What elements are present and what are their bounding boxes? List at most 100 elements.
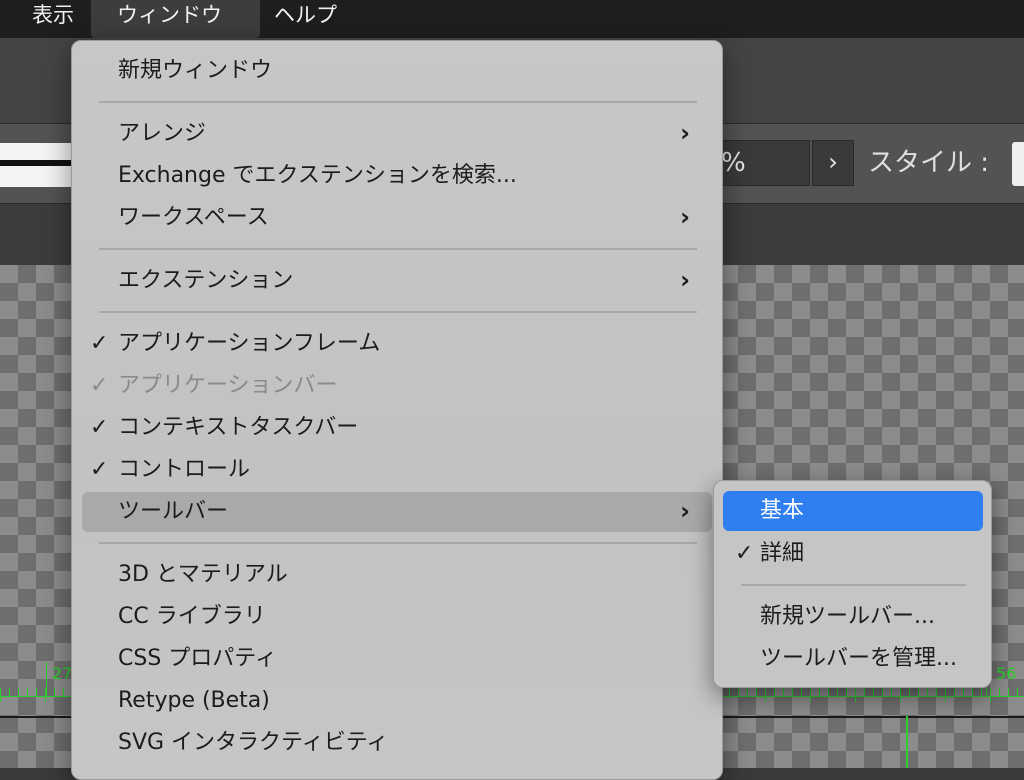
ruler-minor-tick (837, 688, 838, 696)
green-vertical-guide (906, 716, 908, 768)
menu-item-label: コンテキストタスクバー (118, 415, 359, 440)
submenu-item-new-toolbar[interactable]: 新規ツールバー... (723, 597, 983, 637)
ruler-minor-tick (1008, 688, 1009, 696)
menubar-item-help[interactable]: ヘルプ (260, 0, 351, 38)
submenu-item-label: 新規ツールバー... (760, 604, 935, 629)
ruler-minor-tick (9, 688, 10, 696)
chevron-right-icon: › (680, 497, 690, 525)
chevron-right-icon: › (680, 266, 690, 294)
ruler-minor-tick (756, 688, 757, 696)
menu-item-label: アプリケーションフレーム (118, 331, 381, 356)
ruler-minor-tick (936, 688, 937, 696)
menu-item-label: アレンジ (118, 121, 207, 146)
menu-item-toolbars[interactable]: ツールバー › (82, 492, 712, 532)
menu-item-label: アプリケーションバー (118, 373, 338, 398)
ruler-minor-tick (729, 688, 730, 696)
checkmark-icon: ✓ (90, 415, 109, 440)
menu-item-label: Retype (Beta) (118, 688, 270, 713)
menu-item-arrange[interactable]: アレンジ › (82, 114, 712, 154)
opacity-field[interactable]: % (712, 140, 810, 186)
chevron-right-icon: › (680, 203, 690, 231)
menu-item-label: 3D とマテリアル (118, 562, 288, 587)
menu-item-contextual-taskbar[interactable]: ✓ コンテキストタスクバー (82, 408, 712, 448)
ruler-minor-tick (999, 688, 1000, 696)
chevron-right-icon: › (680, 119, 690, 147)
toolbar-submenu: 基本 ✓ 詳細 新規ツールバー... ツールバーを管理... (713, 480, 992, 688)
menu-separator (99, 248, 697, 250)
style-swatch[interactable] (1012, 142, 1024, 186)
ruler-minor-tick (45, 688, 46, 702)
ruler-minor-tick (801, 688, 802, 696)
menu-item-application-bar: ✓ アプリケーションバー (82, 366, 712, 406)
ruler-minor-tick (774, 688, 775, 696)
menubar-item-window[interactable]: ウィンドウ (91, 0, 260, 38)
menu-item-label: ツールバー (118, 499, 229, 524)
ruler-minor-tick (891, 688, 892, 696)
menu-item-label: CC ライブラリ (118, 604, 266, 629)
menu-item-label: ワークスペース (118, 205, 269, 230)
ruler-minor-tick (900, 688, 901, 702)
ruler-minor-tick (810, 688, 811, 702)
menu-item-svg-interactivity[interactable]: SVG インタラクティビティ (82, 723, 712, 763)
checkmark-icon: ✓ (90, 331, 109, 356)
menu-item-label: 新規ウィンドウ (118, 58, 273, 83)
menu-item-cc-libraries[interactable]: CC ライブラリ (82, 597, 712, 637)
menu-item-label: コントロール (118, 457, 251, 482)
ruler-minor-tick (981, 688, 982, 696)
menu-item-new-window[interactable]: 新規ウィンドウ (82, 51, 712, 91)
checkmark-icon: ✓ (90, 457, 109, 482)
submenu-item-basic[interactable]: 基本 (723, 491, 983, 531)
ruler-minor-tick (1017, 688, 1018, 696)
menu-item-retype[interactable]: Retype (Beta) (82, 681, 712, 721)
menu-item-workspace[interactable]: ワークスペース › (82, 198, 712, 238)
menu-item-3d-materials[interactable]: 3D とマテリアル (82, 555, 712, 595)
submenu-item-manage-toolbars[interactable]: ツールバーを管理... (723, 639, 983, 679)
opacity-chevron-button[interactable]: › (812, 140, 854, 186)
ruler-minor-tick (990, 688, 991, 702)
ruler-minor-tick (846, 688, 847, 696)
ruler-minor-tick (972, 688, 973, 696)
ruler-minor-tick (27, 688, 28, 696)
ruler-minor-tick (909, 688, 910, 696)
style-label: スタイル : (868, 148, 990, 178)
ruler-minor-tick (963, 688, 964, 696)
ruler-minor-tick (873, 688, 874, 696)
ruler-minor-tick (945, 688, 946, 702)
submenu-item-label: ツールバーを管理... (760, 646, 957, 671)
menubar: 表示 ウィンドウ ヘルプ (0, 0, 1024, 38)
submenu-item-advanced[interactable]: ✓ 詳細 (723, 534, 983, 574)
checkmark-icon: ✓ (735, 541, 754, 566)
ruler-minor-tick (882, 688, 883, 696)
submenu-separator (741, 584, 966, 586)
menu-item-label: Exchange でエクステンションを検索... (118, 163, 517, 188)
ruler-minor-tick (54, 688, 55, 696)
ruler-minor-tick (792, 688, 793, 696)
ruler-minor-tick (36, 688, 37, 696)
menu-item-extensions[interactable]: エクステンション › (82, 261, 712, 301)
menu-separator (99, 311, 697, 313)
ruler-minor-tick (828, 688, 829, 696)
menubar-item-view[interactable]: 表示 (18, 0, 88, 38)
checkmark-icon: ✓ (90, 373, 109, 398)
ruler-minor-tick (783, 688, 784, 696)
menu-item-label: CSS プロパティ (118, 646, 277, 671)
ruler-minor-tick (927, 688, 928, 696)
ruler-minor-tick (819, 688, 820, 696)
menu-item-application-frame[interactable]: ✓ アプリケーションフレーム (82, 324, 712, 364)
stroke-preview[interactable] (0, 143, 80, 187)
ruler-minor-tick (855, 688, 856, 702)
menu-item-label: エクステンション (118, 268, 294, 293)
menu-item-control[interactable]: ✓ コントロール (82, 450, 712, 490)
window-menu: 新規ウィンドウ アレンジ › Exchange でエクステンションを検索... … (71, 40, 723, 780)
menu-separator (99, 542, 697, 544)
submenu-item-label: 詳細 (760, 541, 805, 566)
submenu-item-label: 基本 (760, 498, 805, 523)
ruler-major-tick (46, 662, 47, 696)
ruler-minor-tick (747, 688, 748, 696)
menu-separator (99, 101, 697, 103)
menu-item-css-properties[interactable]: CSS プロパティ (82, 639, 712, 679)
ruler-minor-tick (0, 688, 1, 702)
ruler-minor-tick (18, 688, 19, 696)
ruler-number-left: 27 (52, 664, 73, 683)
menu-item-exchange-search[interactable]: Exchange でエクステンションを検索... (82, 156, 712, 196)
